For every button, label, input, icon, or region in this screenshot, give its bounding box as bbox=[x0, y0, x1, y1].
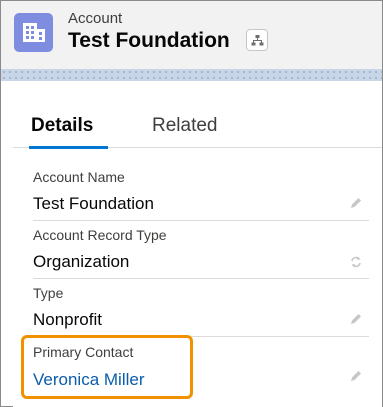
field-value: Organization bbox=[33, 252, 130, 271]
pencil-icon[interactable] bbox=[349, 369, 363, 383]
tab-details-label: Details bbox=[31, 115, 94, 136]
tab-bar: Details Related bbox=[13, 105, 382, 149]
field-label: Type bbox=[33, 285, 64, 301]
tab-related[interactable]: Related bbox=[151, 105, 231, 148]
callout-highlight-box bbox=[21, 335, 193, 399]
field-label: Account Name bbox=[33, 169, 125, 185]
hierarchy-icon bbox=[251, 35, 264, 46]
field-value: Test Foundation bbox=[33, 194, 154, 213]
field-divider bbox=[33, 220, 369, 221]
field-type: Type Nonprofit bbox=[33, 283, 369, 337]
pencil-icon[interactable] bbox=[349, 196, 363, 210]
change-record-type-icon[interactable] bbox=[349, 255, 363, 269]
header-divider-band bbox=[1, 69, 382, 81]
field-value: Nonprofit bbox=[33, 310, 102, 329]
view-hierarchy-button[interactable] bbox=[246, 29, 268, 51]
tab-details[interactable]: Details bbox=[29, 105, 108, 149]
record-header: Account Test Foundation bbox=[1, 1, 382, 69]
field-divider bbox=[33, 278, 369, 279]
field-account-record-type: Account Record Type Organization bbox=[33, 225, 369, 279]
object-type-label: Account bbox=[68, 10, 123, 27]
field-account-name: Account Name Test Foundation bbox=[33, 167, 369, 221]
pencil-icon[interactable] bbox=[349, 312, 363, 326]
active-tab-indicator bbox=[29, 146, 108, 149]
record-title: Test Foundation bbox=[68, 29, 230, 52]
field-label: Account Record Type bbox=[33, 227, 167, 243]
account-icon bbox=[14, 13, 53, 52]
tab-related-label: Related bbox=[152, 115, 218, 136]
